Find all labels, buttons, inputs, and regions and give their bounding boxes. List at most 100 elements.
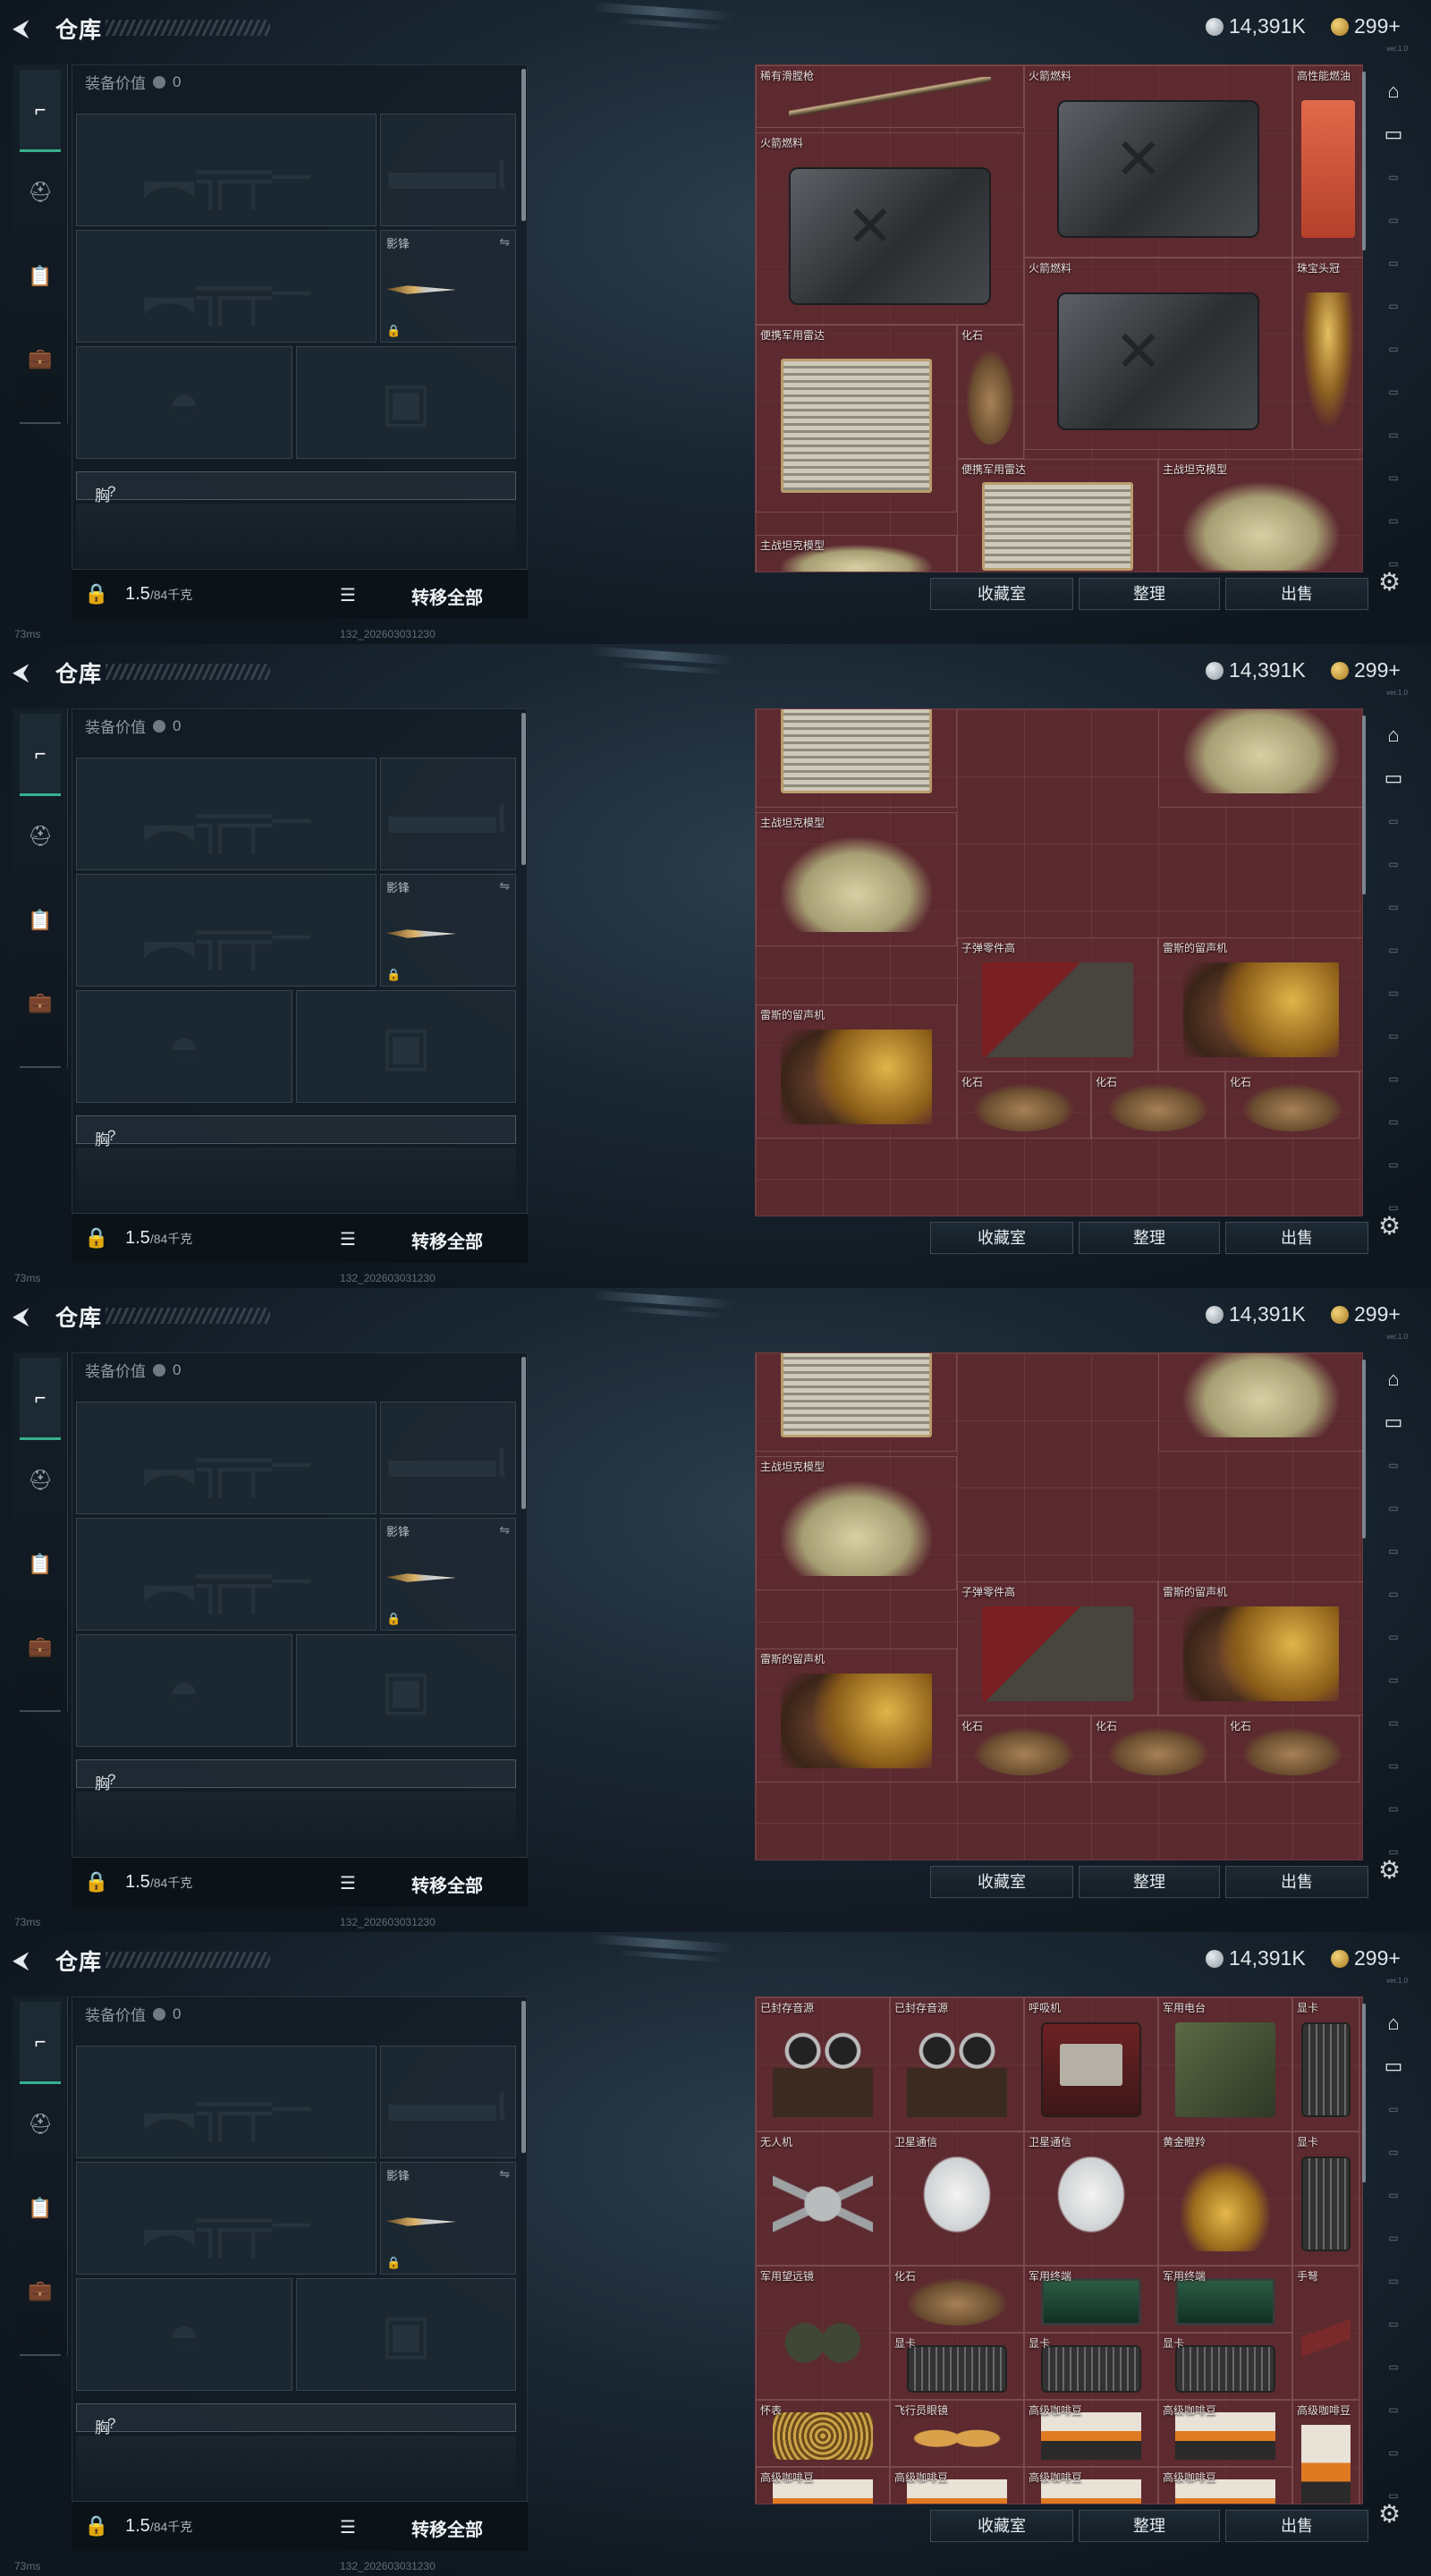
stash-item[interactable]: 主战坦克模型 (756, 1456, 957, 1590)
stash-scrollbar[interactable] (1362, 1360, 1366, 1538)
list-view-icon[interactable]: ☰ (340, 1228, 356, 1250)
stash-item[interactable]: 化石 (957, 1716, 1091, 1783)
category-icon-6[interactable]: ▭ (1376, 1018, 1411, 1054)
stash-item[interactable]: 便携军用雷达 (756, 325, 957, 513)
stash-item[interactable]: 怀表 (756, 2400, 890, 2467)
stash-item[interactable]: 高级咖啡豆 (1158, 2400, 1292, 2467)
chest-rig-header[interactable]: 胸挂? (76, 1115, 516, 1171)
category-icon-2[interactable]: ▭ (1376, 202, 1411, 238)
home-icon[interactable]: ⌂ (1376, 717, 1411, 753)
category-icon-3[interactable]: ▭ (1376, 889, 1411, 925)
pistol-slot[interactable]: ▬▬ι (380, 1402, 516, 1514)
primary-weapon-slot[interactable]: ︻╦╤─ (76, 2046, 377, 2158)
category-icon-7[interactable]: ▭ (1376, 417, 1411, 453)
pistol-icon[interactable]: ⌐ (20, 70, 61, 152)
category-icon-1[interactable]: ▭ (1376, 1447, 1411, 1483)
category-icon-1[interactable]: ▭ (1376, 803, 1411, 839)
chest-rig-header[interactable]: 胸挂? (76, 2403, 516, 2459)
swap-icon[interactable]: ⇋ (499, 234, 510, 250)
stash-item[interactable]: 黄金瞪羚 (1158, 2131, 1292, 2266)
home-icon[interactable]: ⌂ (1376, 1361, 1411, 1397)
back-arrow-icon[interactable]: ⮜ (13, 15, 39, 40)
melee-slot[interactable]: 影锋 ⇋ 🔒 (380, 874, 516, 987)
stash-item[interactable]: 显卡 (1292, 1997, 1359, 2131)
pistol-slot[interactable]: ▬▬ι (380, 114, 516, 226)
collection-button[interactable]: 收藏室 (930, 1222, 1073, 1254)
category-weapon-icon[interactable]: ▭ (1376, 1404, 1411, 1440)
category-icon-5[interactable]: ▭ (1376, 1619, 1411, 1655)
chest-rig-help-icon[interactable]: ? (107, 2415, 115, 2433)
stash-item[interactable]: 卫星通信 (890, 2131, 1024, 2266)
category-icon-8[interactable]: ▭ (1376, 2392, 1411, 2428)
stash-item[interactable]: 子弹零件高 (957, 1581, 1158, 1716)
settings-gear-icon[interactable]: ⚙ (1378, 1211, 1401, 1241)
lock-icon[interactable]: 🔒 (84, 1226, 108, 1250)
stash-item[interactable]: 化石 (1091, 1072, 1225, 1139)
chest-rig-help-icon[interactable]: ? (107, 1771, 115, 1789)
list-view-icon[interactable]: ☰ (340, 1872, 356, 1894)
stash-item[interactable]: 高级咖啡豆 (1158, 2467, 1292, 2504)
stash-item[interactable]: 化石 (1091, 1716, 1225, 1783)
primary-weapon-slot[interactable]: ︻╦╤─ (76, 758, 377, 870)
stash-item[interactable]: 高级咖啡豆 (1292, 2400, 1359, 2504)
stash-item[interactable]: 飞行员眼镜 (890, 2400, 1024, 2467)
stash-item[interactable]: 卫星通信 (1024, 2131, 1158, 2266)
armor-slot[interactable]: ▣ (296, 346, 516, 459)
stash-item[interactable]: 显卡 (1024, 2333, 1158, 2400)
gold-currency[interactable]: 299+ (1331, 14, 1401, 38)
stash-item[interactable]: 军用电台 (1158, 1997, 1292, 2131)
home-icon[interactable]: ⌂ (1376, 2005, 1411, 2041)
category-icon-8[interactable]: ▭ (1376, 1748, 1411, 1784)
stash-item[interactable]: 显卡 (1158, 2333, 1292, 2400)
organize-button[interactable]: 整理 (1079, 1866, 1220, 1898)
clipboard-icon[interactable]: 📋 (20, 1544, 61, 1585)
category-icon-4[interactable]: ▭ (1376, 1576, 1411, 1612)
organize-button[interactable]: 整理 (1079, 1222, 1220, 1254)
stash-scrollbar[interactable] (1362, 72, 1366, 250)
lock-icon[interactable]: 🔒 (84, 582, 108, 606)
briefcase-icon[interactable]: 💼 (20, 1626, 61, 1667)
stash-item[interactable]: 显卡 (1292, 2131, 1359, 2266)
chest-rig-header[interactable]: 胸挂? (76, 471, 516, 527)
helmet-icon[interactable]: ⛑ (20, 172, 61, 213)
stash-item[interactable]: 化石 (1225, 1072, 1359, 1139)
category-icon-7[interactable]: ▭ (1376, 2349, 1411, 2385)
stash-item[interactable]: 已封存音源 (890, 1997, 1024, 2131)
category-weapon-icon[interactable]: ▭ (1376, 116, 1411, 152)
chest-rig-help-icon[interactable]: ? (107, 1127, 115, 1145)
clipboard-icon[interactable]: 📋 (20, 256, 61, 297)
back-arrow-icon[interactable]: ⮜ (13, 659, 39, 684)
collection-button[interactable]: 收藏室 (930, 2510, 1073, 2542)
pistol-slot[interactable]: ▬▬ι (380, 758, 516, 870)
helmet-slot[interactable]: ◓ (76, 346, 292, 459)
stash-item[interactable]: 高级咖啡豆 (1024, 2400, 1158, 2467)
stash-item[interactable]: 子弹零件高 (957, 937, 1158, 1072)
pistol-slot[interactable]: ▬▬ι (380, 2046, 516, 2158)
category-weapon-icon[interactable]: ▭ (1376, 2048, 1411, 2084)
category-icon-9[interactable]: ▭ (1376, 1791, 1411, 1826)
collection-button[interactable]: 收藏室 (930, 578, 1073, 610)
helmet-slot[interactable]: ◓ (76, 2278, 292, 2391)
swap-icon[interactable]: ⇋ (499, 1522, 510, 1538)
chest-rig-header[interactable]: 胸挂? (76, 1759, 516, 1815)
lock-icon[interactable]: 🔒 (84, 2514, 108, 2538)
category-icon-2[interactable]: ▭ (1376, 846, 1411, 882)
organize-button[interactable]: 整理 (1079, 578, 1220, 610)
helmet-icon[interactable]: ⛑ (20, 2104, 61, 2145)
stash-item[interactable]: 雷斯的留声机 (756, 1004, 957, 1139)
briefcase-icon[interactable]: 💼 (20, 2270, 61, 2311)
category-icon-6[interactable]: ▭ (1376, 374, 1411, 410)
stash-item[interactable]: 高级咖啡豆 (890, 2467, 1024, 2504)
stash-item[interactable]: 主战坦克模型 (1158, 709, 1362, 808)
stash-item[interactable]: 化石 (957, 1072, 1091, 1139)
stash-item[interactable]: 化石 (957, 325, 1024, 459)
armor-slot[interactable]: ▣ (296, 2278, 516, 2391)
category-icon-9[interactable]: ▭ (1376, 503, 1411, 538)
stash-item[interactable]: 稀有滑膛枪 (756, 65, 1024, 128)
stash-item[interactable]: 便携军用雷达 (957, 459, 1158, 572)
stash-item[interactable]: 火箭燃料 (1024, 65, 1292, 258)
pistol-icon[interactable]: ⌐ (20, 1358, 61, 1440)
collection-button[interactable]: 收藏室 (930, 1866, 1073, 1898)
loadout-scrollbar[interactable] (521, 1357, 526, 1509)
category-icon-8[interactable]: ▭ (1376, 1104, 1411, 1140)
